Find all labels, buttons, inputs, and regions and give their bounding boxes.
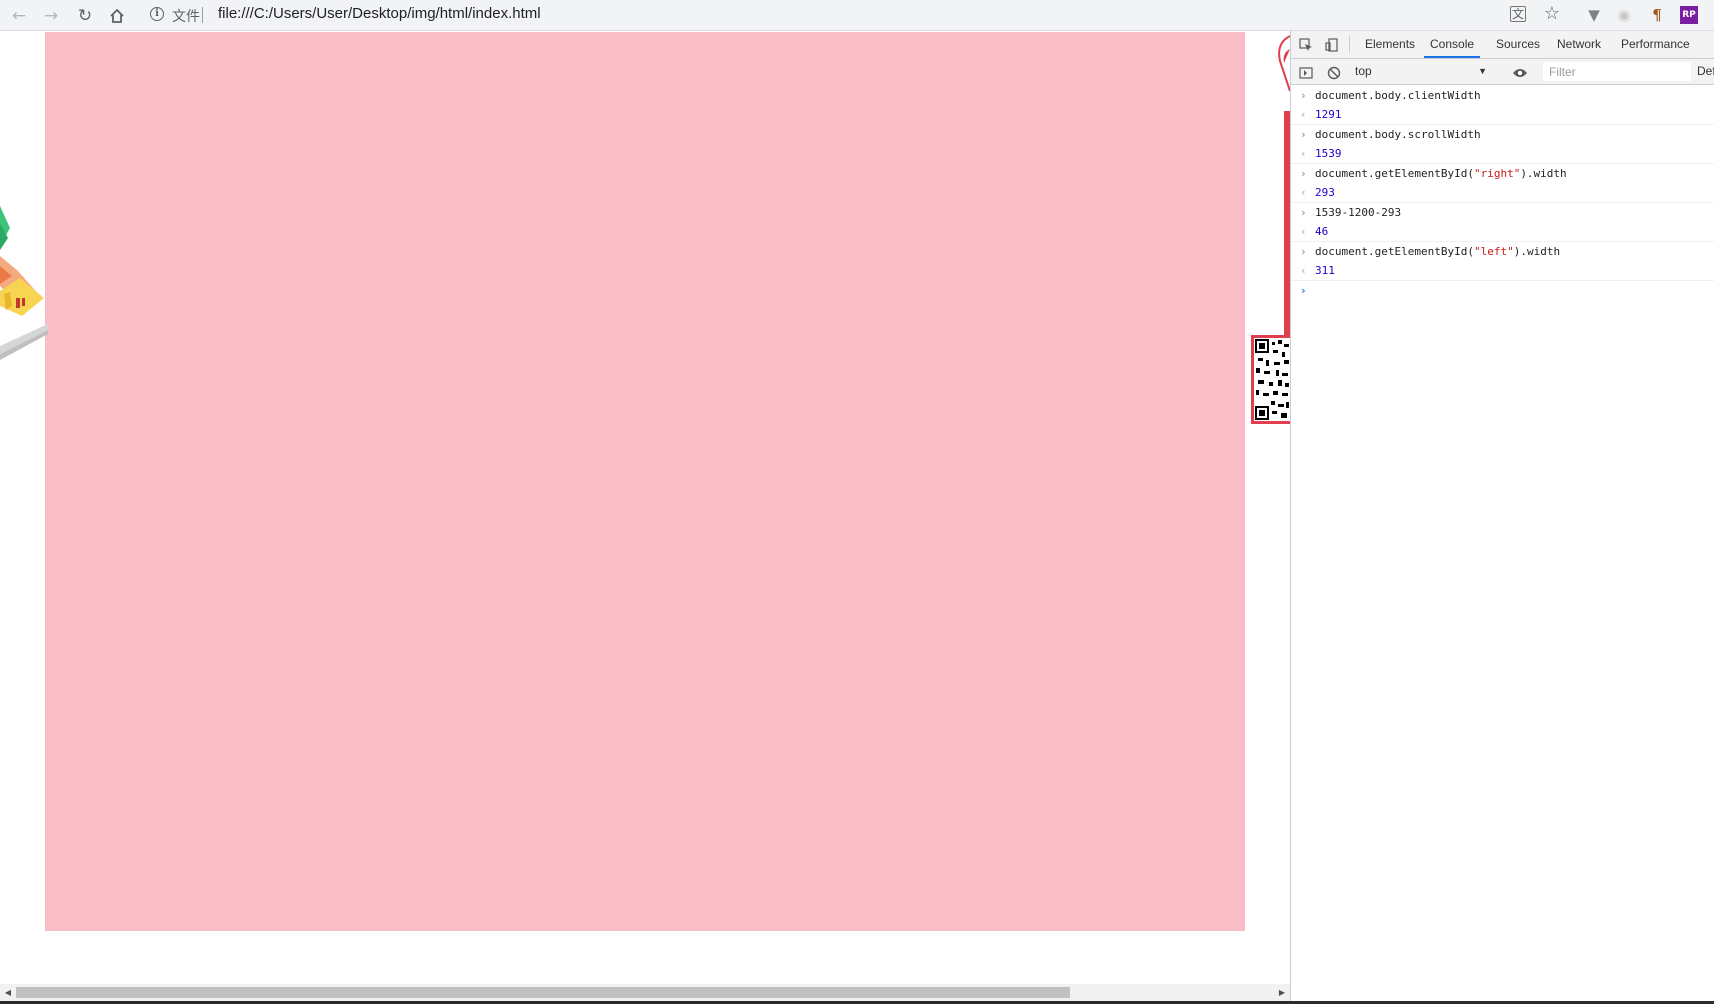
input-chevron-icon: ›	[1300, 89, 1307, 102]
console-output-row: ‹ 1539	[1291, 144, 1714, 164]
console-input-row: › document.body.scrollWidth	[1291, 125, 1714, 144]
console-output: 1291	[1315, 108, 1342, 121]
prompt-chevron-icon: ›	[1300, 284, 1307, 297]
console-output-row: ‹ 1291	[1291, 105, 1714, 125]
console-input-row: › document.body.clientWidth	[1291, 86, 1714, 105]
tab-sources[interactable]: Sources	[1490, 31, 1546, 58]
output-arrow-icon: ‹	[1300, 147, 1307, 160]
console-prompt[interactable]: ›	[1291, 281, 1714, 300]
sidebar-toggle-icon[interactable]	[1297, 64, 1315, 82]
console-input: document.body.clientWidth	[1315, 89, 1481, 102]
page-viewport	[0, 31, 1290, 987]
tab-network[interactable]: Network	[1551, 31, 1607, 58]
console-log: › document.body.clientWidth ‹ 1291 › docume…	[1291, 86, 1714, 300]
devtools-tab-bar: Elements Console Sources Network Perform…	[1291, 31, 1714, 59]
clear-console-icon[interactable]	[1325, 64, 1343, 82]
console-output-row: ‹ 293	[1291, 183, 1714, 203]
chevron-down-icon: ▼	[1478, 66, 1487, 76]
qr-code	[1251, 335, 1290, 424]
output-arrow-icon: ‹	[1300, 225, 1307, 238]
console-output: 311	[1315, 264, 1335, 277]
left-decoration-illustration	[0, 206, 48, 360]
console-output: 293	[1315, 186, 1335, 199]
center-content-box	[45, 32, 1245, 931]
forward-icon[interactable]: →	[40, 5, 62, 27]
extension-icon[interactable]: ◉	[1614, 5, 1634, 25]
console-output-row: ‹ 46	[1291, 222, 1714, 242]
console-input-row: › document.getElementById("right").width	[1291, 164, 1714, 183]
console-input-prefix: document.getElementById(	[1315, 167, 1474, 180]
log-levels-dropdown[interactable]: Def	[1697, 64, 1714, 78]
filter-input[interactable]	[1543, 62, 1691, 81]
devtools-panel: Elements Console Sources Network Perform…	[1290, 31, 1714, 1001]
output-arrow-icon: ‹	[1300, 186, 1307, 199]
console-output-row: ‹ 311	[1291, 261, 1714, 281]
output-arrow-icon: ‹	[1300, 264, 1307, 277]
context-value: top	[1355, 64, 1372, 78]
address-separator	[202, 7, 203, 23]
console-input-suffix: ).width	[1520, 167, 1567, 180]
home-icon[interactable]	[106, 5, 128, 27]
input-chevron-icon: ›	[1300, 167, 1307, 180]
eye-icon[interactable]	[1511, 64, 1529, 82]
browser-toolbar: ← → ↻ i 文件 file:///C:/Users/User/Desktop…	[0, 0, 1714, 31]
tab-separator	[1349, 36, 1350, 53]
console-input-row: › 1539-1200-293	[1291, 203, 1714, 222]
console-output: 46	[1315, 225, 1329, 238]
scroll-right-icon[interactable]: ▶	[1274, 984, 1290, 1001]
info-icon[interactable]: i	[150, 7, 164, 21]
input-chevron-icon: ›	[1300, 128, 1307, 141]
console-toolbar: top ▼ Def	[1291, 59, 1714, 85]
pilcrow-extension-icon[interactable]: ¶	[1647, 5, 1667, 25]
vue-devtools-extension-icon[interactable]: ▼	[1584, 5, 1604, 25]
translate-icon[interactable]: 文	[1510, 6, 1526, 22]
star-icon[interactable]: ☆	[1542, 4, 1562, 24]
console-input-prefix: document.getElementById(	[1315, 245, 1474, 258]
console-input-string: "left"	[1473, 245, 1514, 258]
back-icon[interactable]: ←	[8, 5, 30, 27]
console-input: document.body.scrollWidth	[1315, 128, 1481, 141]
tab-performance[interactable]: Performance	[1615, 31, 1696, 58]
scheme-label: 文件	[172, 8, 200, 24]
device-toolbar-icon[interactable]	[1323, 36, 1341, 54]
rp-extension-icon[interactable]: RP	[1680, 6, 1698, 24]
tab-elements[interactable]: Elements	[1359, 31, 1421, 58]
input-chevron-icon: ›	[1300, 206, 1307, 219]
console-input: 1539-1200-293	[1315, 206, 1402, 219]
console-output: 1539	[1315, 147, 1342, 160]
url-text[interactable]: file:///C:/Users/User/Desktop/img/html/i…	[218, 5, 541, 22]
console-input-row: › document.getElementById("left").width	[1291, 242, 1714, 261]
address-bar[interactable]: i 文件 file:///C:/Users/User/Desktop/img/h…	[142, 2, 1572, 28]
console-input-string: "right"	[1473, 167, 1521, 180]
tab-console[interactable]: Console	[1424, 31, 1481, 58]
output-arrow-icon: ‹	[1300, 108, 1307, 121]
input-chevron-icon: ›	[1300, 245, 1307, 258]
inspect-element-icon[interactable]	[1297, 36, 1315, 54]
horizontal-scrollbar[interactable]: ◀ ▶	[0, 984, 1290, 1001]
reload-icon[interactable]: ↻	[74, 5, 96, 27]
console-input-suffix: ).width	[1513, 245, 1561, 258]
context-select[interactable]: top ▼	[1351, 62, 1491, 81]
scrollbar-thumb[interactable]	[16, 987, 1070, 998]
scroll-left-icon[interactable]: ◀	[0, 984, 16, 1001]
